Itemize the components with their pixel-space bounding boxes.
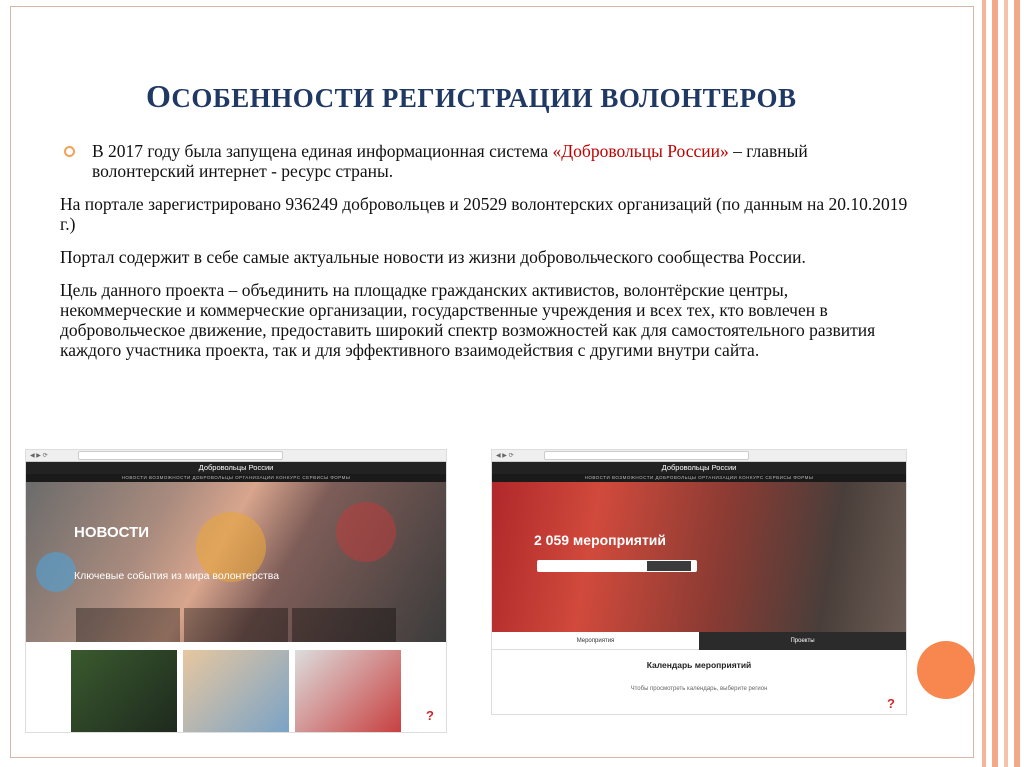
portal-screenshot-events: ◀ ▶ ⟳ Добровольцы России НОВОСТИ ВОЗМОЖН…	[491, 449, 907, 715]
decorative-stripes	[976, 0, 1024, 767]
news-card	[295, 650, 401, 732]
slide-body: В 2017 году была запущена единая информа…	[60, 141, 910, 373]
decorative-circle	[917, 641, 975, 699]
news-strip	[26, 608, 446, 642]
events-search-button	[647, 561, 691, 571]
title-first-letter: О	[146, 78, 172, 114]
title-rest: собенности регистрации волонтеров	[171, 83, 797, 113]
paragraph-3: Портал содержит в себе самые актуальные …	[60, 247, 806, 267]
browser-bar: ◀ ▶ ⟳	[26, 450, 446, 462]
calendar-hint: Чтобы просмотреть календарь, выберите ре…	[630, 686, 768, 692]
site-header: Добровольцы России	[492, 462, 906, 474]
browser-bar: ◀ ▶ ⟳	[492, 450, 906, 462]
decor-dot	[36, 552, 76, 592]
site-header: Добровольцы России	[26, 462, 446, 474]
decor-dot	[336, 502, 396, 562]
paragraph-4: Цель данного проекта – объединить на пло…	[60, 280, 876, 360]
back-icon: ◀ ▶ ⟳	[496, 453, 514, 459]
site-nav: НОВОСТИ ВОЗМОЖНОСТИ ДОБРОВОЛЬЦЫ ОРГАНИЗА…	[26, 474, 446, 482]
paragraph-2: На портале зарегистрировано 936249 добро…	[60, 194, 908, 234]
address-bar	[77, 451, 283, 460]
news-card	[183, 650, 289, 732]
events-tabs: Мероприятия Проекты	[492, 632, 906, 650]
help-icon: ?	[887, 696, 895, 711]
news-card	[71, 650, 177, 732]
news-cards	[71, 650, 401, 732]
news-hero-subtitle: Ключевые события из мира волонтерства	[74, 570, 280, 582]
p1-highlight: «Добровольцы России»	[552, 141, 729, 161]
news-hero: НОВОСТИ Ключевые события из мира волонте…	[26, 482, 446, 642]
bullet-icon	[64, 146, 75, 157]
site-nav: НОВОСТИ ВОЗМОЖНОСТИ ДОБРОВОЛЬЦЫ ОРГАНИЗА…	[492, 474, 906, 482]
tab-projects: Проекты	[699, 632, 906, 650]
news-hero-label: НОВОСТИ	[74, 524, 150, 541]
back-icon: ◀ ▶ ⟳	[30, 453, 48, 459]
address-bar	[543, 451, 749, 460]
p1-before: В 2017 году была запущена единая информа…	[92, 141, 553, 161]
tab-events: Мероприятия	[492, 632, 699, 650]
slide-title: Особенности регистрации волонтеров	[146, 78, 796, 115]
paragraph-1: В 2017 году была запущена единая информа…	[60, 141, 910, 181]
events-count: 2 059 мероприятий	[534, 532, 667, 548]
events-hero: 2 059 мероприятий	[492, 482, 906, 632]
calendar-title: Календарь мероприятий	[646, 660, 752, 670]
portal-screenshot-news: ◀ ▶ ⟳ Добровольцы России НОВОСТИ ВОЗМОЖН…	[25, 449, 447, 733]
help-icon: ?	[426, 708, 434, 723]
